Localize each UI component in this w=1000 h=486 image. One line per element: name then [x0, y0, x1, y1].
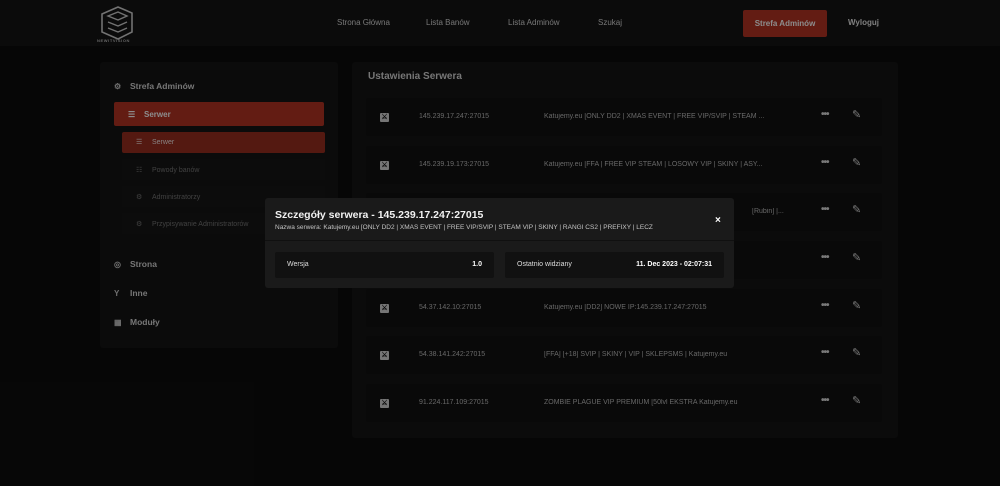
version-label: Wersja — [287, 261, 309, 268]
close-icon[interactable]: × — [715, 215, 721, 226]
version-value: 1.0 — [472, 261, 482, 268]
server-details-modal: Szczegóły serwera - 145.239.17.247:27015… — [265, 198, 734, 288]
modal-title: Szczegóły serwera - 145.239.17.247:27015 — [275, 209, 484, 221]
modal-divider — [265, 240, 734, 241]
last-seen-value: 11. Dec 2023 - 02:07:31 — [636, 261, 712, 268]
last-seen-label: Ostatnio widziany — [517, 261, 572, 268]
modal-server-name: Nazwa serwera: Katujemy.eu [ONLY DD2 | X… — [275, 224, 653, 231]
last-seen-field: Ostatnio widziany 11. Dec 2023 - 02:07:3… — [505, 252, 724, 278]
page: NEWITVISION Strona Główna Lista Banów Li… — [0, 0, 1000, 486]
version-field: Wersja 1.0 — [275, 252, 494, 278]
